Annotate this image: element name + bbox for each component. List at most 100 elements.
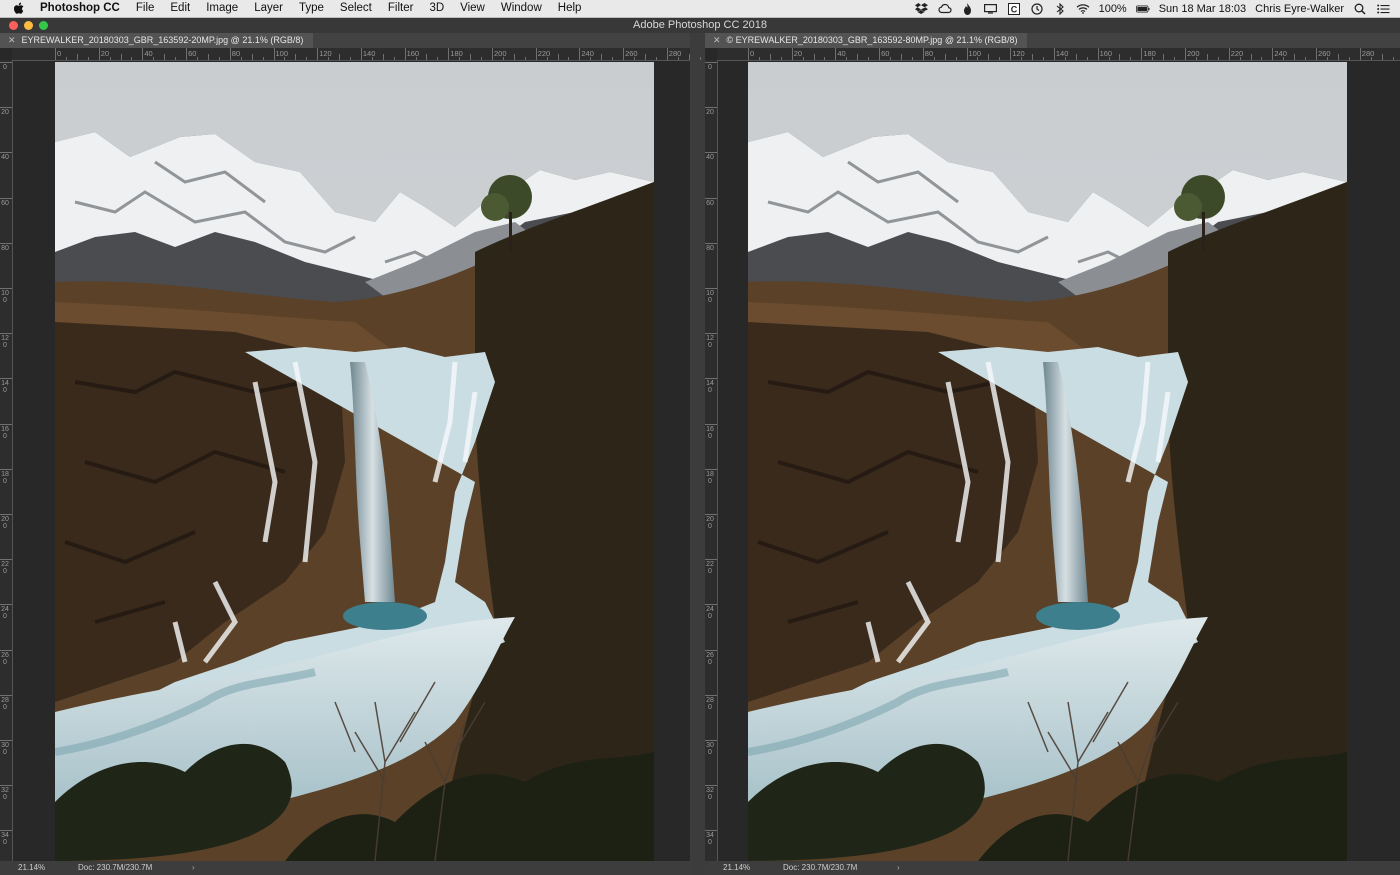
flame-icon[interactable] [961, 2, 975, 15]
display-icon[interactable] [984, 3, 998, 15]
pane-divider[interactable] [690, 33, 705, 875]
menu-3d[interactable]: 3D [421, 0, 452, 17]
ruler-label: 60 [706, 199, 714, 207]
vertical-ruler[interactable]: 0 20 40 60 80 100 120 140 160 180 200 220 240 260 280 3… [0, 60, 13, 861]
ruler-label: 240 [706, 606, 714, 621]
ruler-tick [0, 604, 12, 606]
menu-view[interactable]: View [452, 0, 493, 17]
menu-type[interactable]: Type [291, 0, 332, 17]
ruler-label: 80 [706, 244, 714, 252]
ruler-label: 200 [494, 49, 507, 58]
menu-edit[interactable]: Edit [162, 0, 198, 17]
ruler-minor-tick [513, 54, 515, 60]
ruler-tick [705, 152, 717, 154]
menu-file[interactable]: File [128, 0, 163, 17]
copyright-app-icon[interactable]: C [1007, 2, 1021, 15]
ruler-tick [705, 468, 717, 470]
document-tab-left[interactable]: ✕ EYREWALKER_20180303_GBR_163592-20MP.jp… [0, 33, 314, 48]
ruler-tick [360, 48, 362, 60]
battery-icon[interactable] [1135, 3, 1150, 15]
spotlight-search-icon[interactable] [1353, 3, 1367, 15]
ruler-minor-tick [688, 54, 690, 60]
bluetooth-icon[interactable] [1053, 2, 1067, 15]
close-tab-icon[interactable]: ✕ [8, 33, 16, 48]
canvas-area[interactable] [718, 61, 1400, 861]
minimize-window-button[interactable] [24, 21, 33, 30]
ruler-minor-tick [306, 57, 308, 60]
canvas-area[interactable] [13, 61, 690, 861]
ruler-tick [1228, 48, 1230, 60]
ruler-label: 120 [706, 335, 714, 350]
ruler-tick [0, 242, 12, 244]
horizontal-ruler[interactable]: 0 20 40 60 80 100 120 140 160 180 200 220 240 260 280 [717, 48, 1400, 61]
ruler-tick [0, 740, 12, 741]
ruler-tick [705, 649, 717, 651]
close-tab-icon[interactable]: ✕ [713, 33, 721, 48]
ruler-label: 340 [706, 832, 714, 847]
ruler-label: 200 [706, 516, 714, 530]
ruler-label: 220 [537, 49, 551, 58]
photo-landscape-image [55, 62, 654, 861]
menu-filter[interactable]: Filter [380, 0, 422, 17]
ruler-tick [0, 649, 12, 651]
ruler-minor-tick [251, 54, 253, 60]
ruler-label: 240 [581, 49, 594, 58]
ruler-label: 240 [1274, 49, 1287, 58]
apple-menu-icon[interactable] [13, 2, 27, 16]
ruler-minor-tick [437, 57, 439, 60]
wifi-icon[interactable] [1076, 3, 1090, 15]
ruler-tick [229, 48, 231, 60]
menubar-clock[interactable]: Sun 18 Mar 18:03 [1159, 3, 1246, 15]
maximize-window-button[interactable] [39, 21, 48, 30]
ruler-minor-tick [857, 54, 859, 60]
ruler-label: 300 [706, 742, 714, 756]
ruler-tick [922, 48, 924, 60]
ruler-label: 240 [1, 606, 9, 621]
photo-waterfall-80mp [748, 62, 1347, 861]
status-menu-chevron-icon[interactable]: › [188, 861, 195, 875]
status-bar: 21.14% Doc: 230.7M/230.7M › [705, 861, 1400, 875]
time-machine-icon[interactable] [1030, 2, 1044, 15]
window-title: Adobe Photoshop CC 2018 [633, 19, 767, 31]
ruler-label: 80 [231, 49, 241, 58]
ruler-label: 120 [319, 49, 332, 58]
ruler-minor-tick [1032, 54, 1034, 60]
ruler-label: 0 [750, 49, 755, 58]
ruler-minor-tick [868, 57, 870, 60]
status-menu-chevron-icon[interactable]: › [893, 861, 900, 875]
menu-window[interactable]: Window [493, 0, 550, 17]
ruler-minor-tick [1250, 54, 1252, 60]
ruler-tick [1185, 48, 1186, 60]
close-window-button[interactable] [9, 21, 18, 30]
zoom-level[interactable]: 21.14% [705, 861, 775, 875]
ruler-tick [705, 830, 717, 832]
ruler-minor-tick [601, 54, 603, 60]
ruler-label: 140 [1055, 49, 1069, 58]
ruler-tick [1359, 48, 1361, 60]
svg-text:C: C [1010, 4, 1017, 14]
menubar-status-area: C 100% Sun 18 Mar 18:03 Chris Eyre-Walke… [915, 2, 1400, 15]
vertical-ruler[interactable]: 0 20 40 60 80 100 120 140 160 180 200 220 240 260 280 3… [705, 60, 718, 861]
dropbox-icon[interactable] [915, 3, 929, 15]
ruler-label: 0 [3, 64, 7, 71]
ruler-minor-tick [644, 54, 646, 60]
menu-layer[interactable]: Layer [246, 0, 291, 17]
notification-center-icon[interactable] [1376, 3, 1390, 15]
ruler-tick [705, 62, 717, 63]
document-tab-right[interactable]: ✕ © EYREWALKER_20180303_GBR_163592-80MP.… [705, 33, 1028, 48]
ruler-label: 220 [1230, 49, 1244, 58]
ruler-minor-tick [890, 57, 892, 60]
app-title-bar: Adobe Photoshop CC 2018 [0, 18, 1400, 33]
menu-select[interactable]: Select [332, 0, 380, 17]
ruler-tick [0, 830, 12, 832]
menu-image[interactable]: Image [198, 0, 246, 17]
menubar-user[interactable]: Chris Eyre-Walker [1255, 3, 1344, 15]
horizontal-ruler[interactable]: 0 20 40 60 80 100 120 140 160 180 200 220 240 260 280 [12, 48, 701, 61]
zoom-level[interactable]: 21.14% [0, 861, 70, 875]
creative-cloud-icon[interactable] [937, 3, 952, 15]
menu-help[interactable]: Help [550, 0, 590, 17]
app-menu[interactable]: Photoshop CC [40, 0, 128, 17]
ruler-tick [705, 378, 717, 380]
ruler-label: 60 [1, 199, 9, 207]
ruler-tick [879, 48, 881, 60]
